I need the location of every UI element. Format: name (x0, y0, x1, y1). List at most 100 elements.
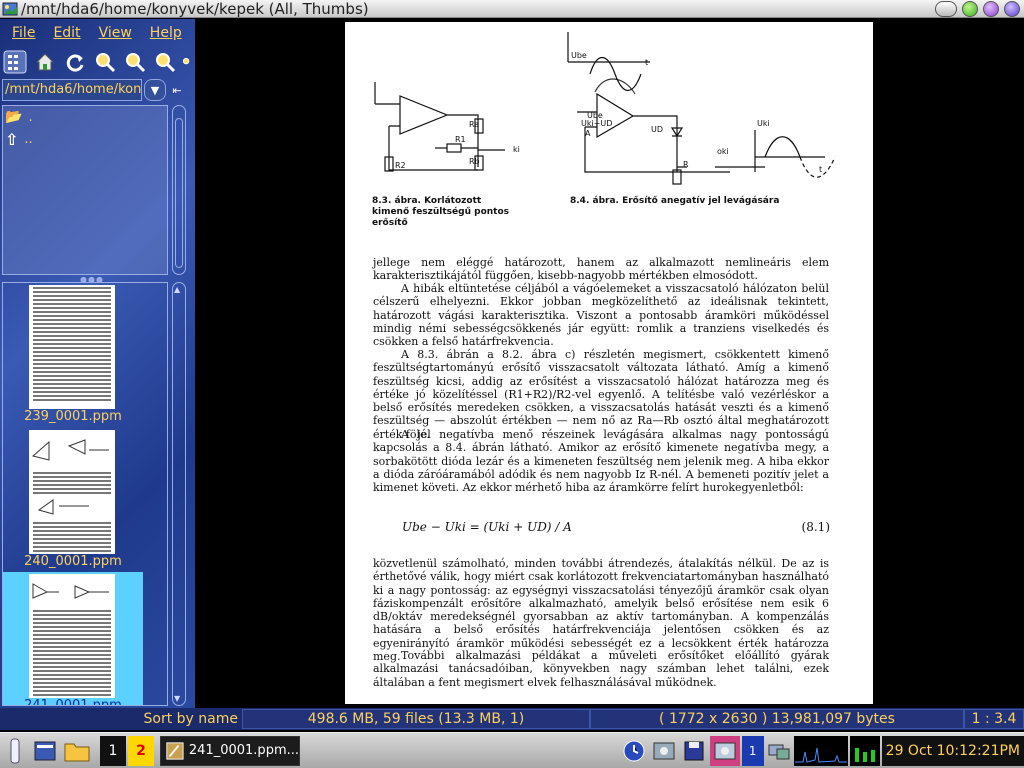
clock[interactable]: 29 Oct 10:12:21PM (881, 735, 1024, 766)
zoom-level: 1 : 3.4 (964, 709, 1024, 729)
files-summary: 498.6 MB, 59 files (13.3 MB, 1) (242, 709, 590, 729)
sort-mode-button[interactable]: Sort by name (0, 709, 242, 729)
taskbar-window-title: 241_0001.ppm... (188, 743, 299, 758)
refresh-button[interactable] (62, 49, 88, 75)
dir-item-label: .. (24, 131, 33, 147)
zoom-fit-button[interactable] (152, 49, 178, 75)
svg-text:UD: UD (651, 125, 663, 134)
taskbar-window-button[interactable]: 241_0001.ppm... (160, 735, 300, 766)
thumbnail-item[interactable]: 239_0001.ppm (3, 283, 143, 435)
svg-text:oki: oki (717, 147, 729, 156)
path-input[interactable]: /mnt/hda6/home/konyvek/kepek (2, 79, 142, 101)
network-status-icon (766, 736, 792, 766)
svg-text:R1: R1 (455, 135, 466, 144)
taskbar: 1 2 241_0001.ppm... 1 29 Oct 10:12:21PM (0, 732, 1024, 768)
status-bar: Sort by name 498.6 MB, 59 files (13.3 MB… (0, 708, 1024, 730)
terminal-icon (34, 741, 56, 760)
save-button[interactable] (680, 736, 708, 766)
menu-file[interactable]: File (12, 25, 35, 41)
thumbs-view-button[interactable] (2, 49, 28, 75)
minimize-button[interactable] (962, 1, 978, 17)
menu-edit[interactable]: Edit (53, 25, 80, 41)
image-viewer-icon (166, 741, 184, 760)
thumbnail-scrollbar[interactable]: ▲ ▼ (172, 282, 186, 706)
thumbnail-item[interactable]: 240_0001.ppm (3, 428, 143, 580)
image-info: ( 1772 x 2630 ) 13,981,097 bytes (590, 709, 964, 729)
title-bar: /mnt/hda6/home/konyvek/kepek (All, Thumb… (0, 0, 1024, 18)
floppy-icon (684, 741, 704, 760)
svg-text:Rb: Rb (469, 157, 480, 166)
dir-item-parent[interactable]: ⇧.. (3, 128, 167, 150)
zoom-icon (182, 57, 190, 65)
path-history-dropdown[interactable]: ▼ (144, 79, 166, 101)
menu-view[interactable]: View (99, 25, 132, 41)
refresh-icon (66, 54, 84, 72)
svg-text:ki: ki (513, 145, 520, 154)
figure-caption: 8.3. ábra. Korlátozott kimenő feszültség… (372, 196, 510, 228)
zoom-1to1-button[interactable] (182, 49, 192, 75)
page-thumbnail (29, 285, 115, 409)
page-thumbnail (29, 430, 115, 554)
launcher-button[interactable] (30, 736, 60, 766)
thumbnail-caption: 240_0001.ppm (24, 554, 122, 569)
clock-icon (623, 740, 645, 761)
svg-text:A: A (585, 129, 591, 138)
start-icon (10, 738, 20, 763)
scroll-up-arrow-icon[interactable]: ▲ (174, 285, 180, 294)
maximize-button[interactable] (983, 1, 999, 17)
directory-scrollbar[interactable] (172, 105, 186, 275)
home-icon (35, 53, 55, 71)
up-arrow-icon: ⇧ (5, 129, 19, 149)
menu-bar: File Edit View Help (0, 19, 195, 47)
thumbnail-caption: 239_0001.ppm (24, 409, 122, 424)
svg-text:Uki: Uki (757, 119, 770, 128)
zoom-out-icon (126, 53, 146, 73)
arrow-icon: ⇤ (172, 83, 182, 97)
circuit-diagram-figures: kiR1RaRbR2 UbeUbeUki+UDA UDRokiUkitt (374, 32, 836, 185)
dir-item-current[interactable]: 📂. (3, 106, 167, 128)
document-page-image: ki R1 Ra Rb R2 Ube Ube Uki+UD A UD Roki Uki t t 8.3… (345, 22, 873, 704)
shade-button[interactable] (935, 1, 957, 17)
desktop-1-button[interactable]: 1 (100, 735, 126, 766)
circuit-thumbnail-icon (32, 583, 109, 599)
chevron-down-icon: ▼ (150, 83, 160, 97)
scroll-down-arrow-icon[interactable]: ▼ (174, 694, 180, 703)
photo-icon (653, 742, 675, 759)
cpu-load-graph (793, 735, 848, 766)
home-button[interactable] (32, 49, 58, 75)
circuit-thumbnail-icon (37, 499, 89, 515)
system-monitor-button[interactable] (620, 736, 648, 766)
app-icon (2, 2, 18, 15)
thumbnail-item-selected[interactable]: 241_0001.ppm (3, 572, 143, 706)
image-viewer[interactable]: ki R1 Ra Rb R2 Ube Ube Uki+UD A UD Roki Uki t t 8.3… (195, 19, 1024, 709)
svg-text:t: t (645, 58, 648, 67)
pane-splitter[interactable]: ●●● (80, 275, 104, 284)
paragraph: A hibák eltüntetése céljából a vágóeleme… (373, 282, 829, 349)
zoom-out-button[interactable] (122, 49, 148, 75)
paragraph: További alkalmazási példákat a műveleti … (373, 649, 829, 689)
scrollbar-thumb[interactable] (175, 118, 183, 268)
toolbar (0, 47, 195, 77)
thumbnail-caption: 241_0001.ppm (24, 698, 122, 706)
zoom-in-button[interactable] (92, 49, 118, 75)
file-manager-launcher[interactable] (60, 736, 94, 766)
desktop-2-button[interactable]: 2 (128, 735, 154, 766)
sidebar: File Edit View Help /mnt/hda6/home/konyv… (0, 19, 195, 725)
menu-help[interactable]: Help (150, 25, 182, 41)
page-thumbnail (29, 574, 115, 698)
equation-number: (8.1) (801, 520, 830, 534)
paragraph: közvetlenül számolható, minden további á… (373, 557, 829, 664)
image-app-button[interactable] (709, 735, 740, 766)
pager-button[interactable]: 1 (741, 735, 764, 766)
svg-text:Ube: Ube (571, 51, 587, 60)
close-button[interactable] (1004, 1, 1020, 17)
thumbnail-list: 239_0001.ppm 240_0001.ppm 241_0001.ppm (2, 282, 168, 706)
directory-list: 📂. ⇧.. (2, 105, 168, 275)
screenshot-button[interactable] (650, 736, 678, 766)
load-graph-icon (794, 747, 847, 763)
path-up-button[interactable]: ⇤ (168, 79, 186, 101)
start-menu-button[interactable] (0, 736, 30, 766)
open-folder-icon: 📂 (5, 109, 23, 125)
grid-icon (3, 50, 27, 74)
equation-body: Ube − Uki = (Uki + UD) / A (402, 520, 572, 534)
